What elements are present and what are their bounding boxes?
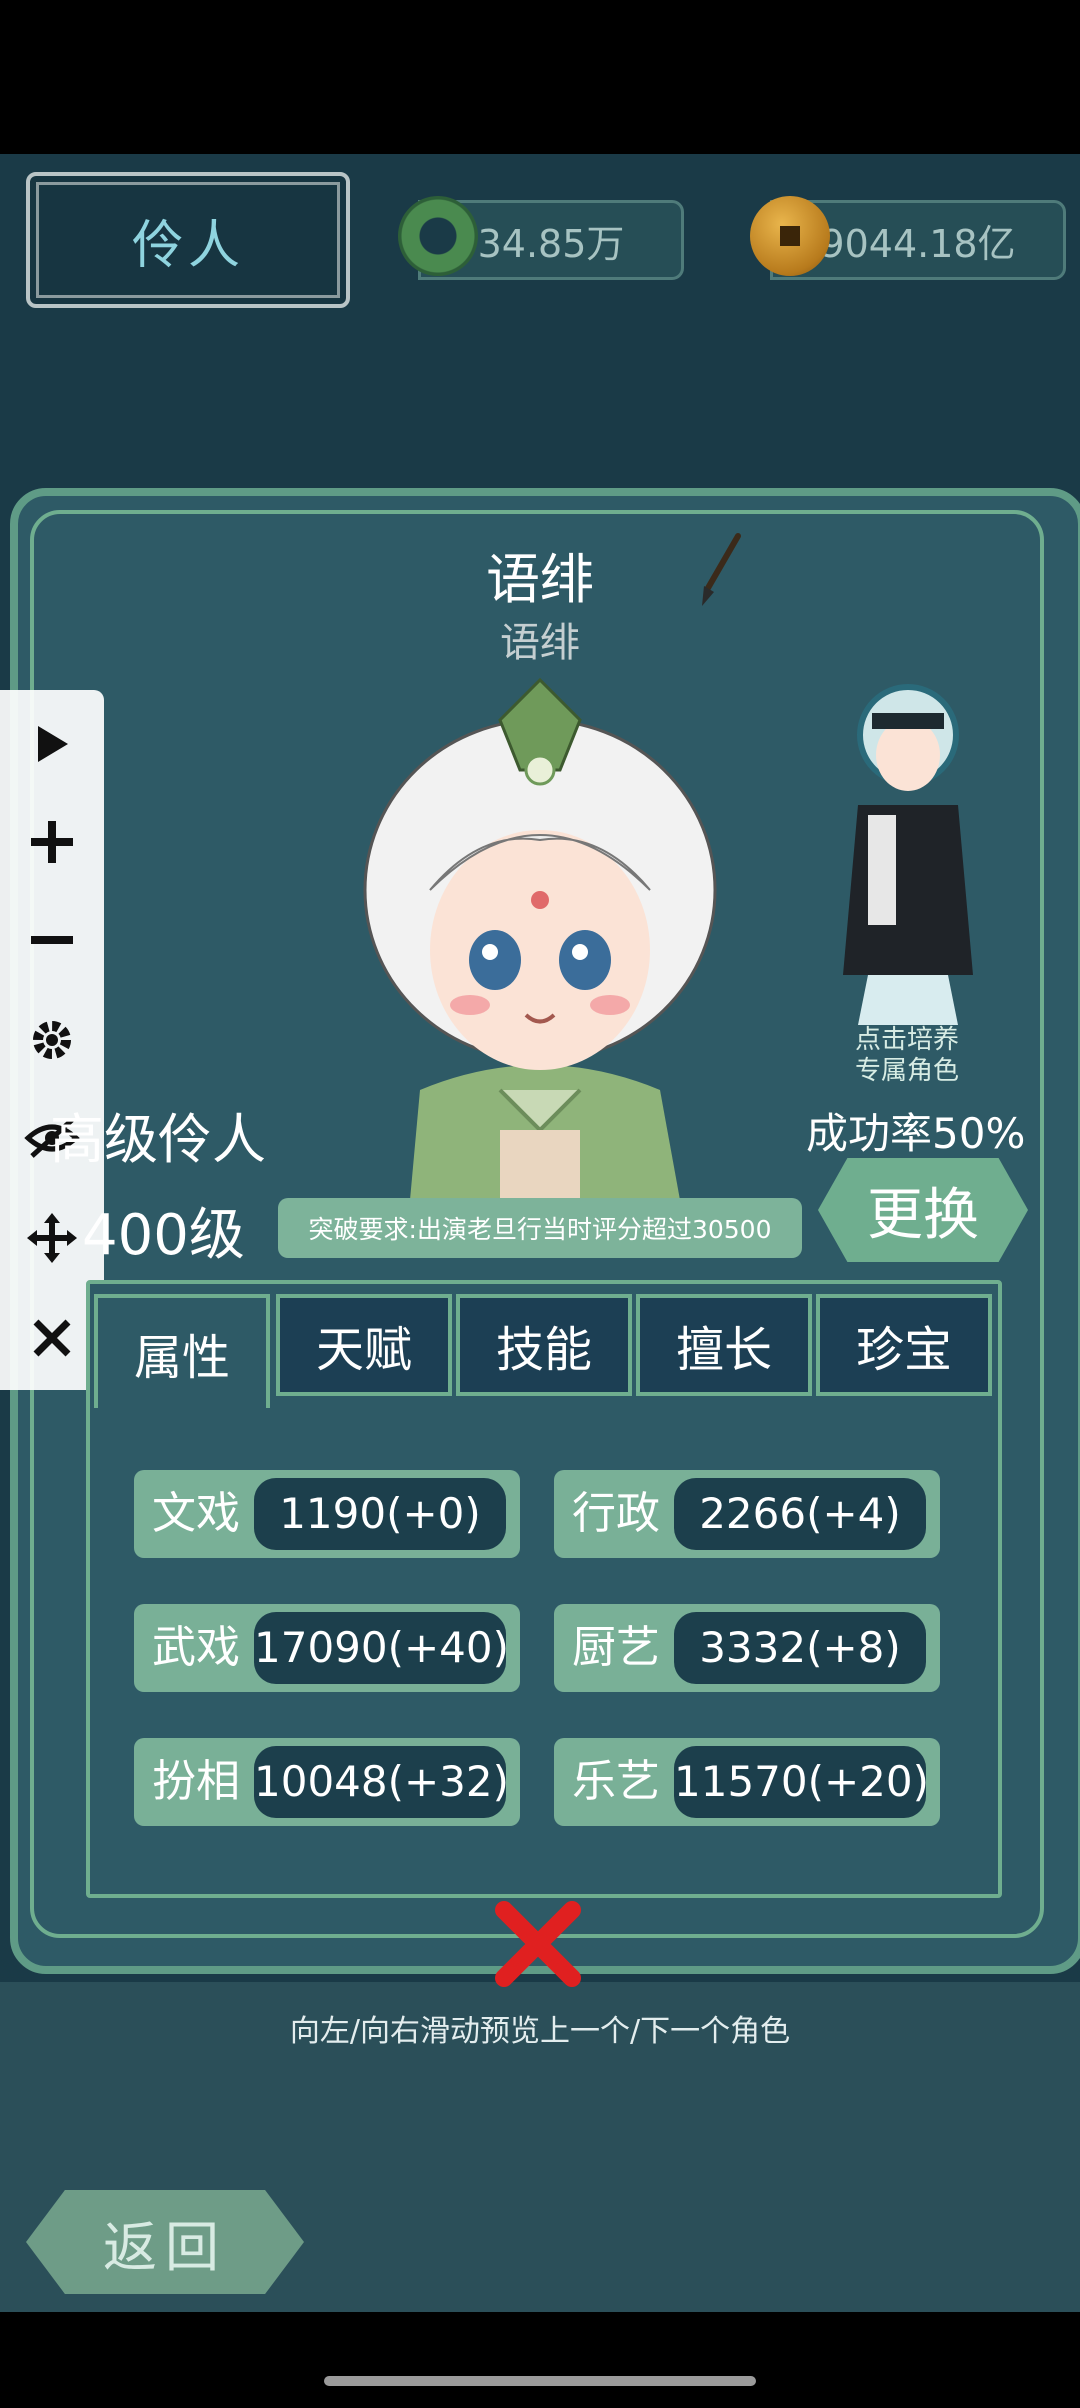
play-icon[interactable] <box>22 714 82 774</box>
home-indicator[interactable] <box>324 2376 756 2386</box>
character-level: 400级 <box>82 1203 245 1268</box>
stat-row: 乐艺 11570(+20) <box>554 1738 940 1826</box>
minus-icon[interactable] <box>22 910 82 970</box>
stat-value: 2266(+4) <box>674 1478 926 1550</box>
cultivate-hint[interactable]: 点击培养 专属角色 <box>832 1025 982 1087</box>
gear-icon[interactable] <box>22 1010 82 1070</box>
jade-icon <box>398 196 478 276</box>
stat-value: 3332(+8) <box>674 1612 926 1684</box>
stat-row: 行政 2266(+4) <box>554 1470 940 1558</box>
stat-row: 厨艺 3332(+8) <box>554 1604 940 1692</box>
close-panel-icon[interactable] <box>490 1896 586 1992</box>
stat-label: 行政 <box>572 1488 660 1539</box>
costume-character[interactable] <box>828 675 988 1035</box>
stat-label: 乐艺 <box>572 1756 660 1807</box>
move-icon[interactable] <box>22 1208 82 1268</box>
page-title: 伶人 <box>26 172 350 308</box>
tab-specialty[interactable]: 擅长 <box>636 1294 812 1396</box>
stat-value: 10048(+32) <box>254 1746 509 1818</box>
stat-row: 文戏 1190(+0) <box>134 1470 520 1558</box>
stat-label: 扮相 <box>152 1756 240 1807</box>
success-rate: 成功率50% <box>806 1109 1026 1158</box>
character-name: 语绯 <box>486 548 594 611</box>
brush-rename-icon[interactable] <box>690 530 750 610</box>
tab-treasure[interactable]: 珍宝 <box>816 1294 992 1396</box>
stat-label: 武戏 <box>152 1622 240 1673</box>
change-button[interactable]: 更换 <box>818 1158 1028 1262</box>
copper-coin-icon <box>750 196 830 276</box>
stat-row: 扮相 10048(+32) <box>134 1738 520 1826</box>
plus-icon[interactable] <box>22 812 82 872</box>
swipe-hint: 向左/向右滑动预览上一个/下一个角色 <box>289 2014 791 2049</box>
close-icon[interactable] <box>22 1308 82 1368</box>
tab-attributes[interactable]: 属性 <box>94 1294 270 1408</box>
tab-talent[interactable]: 天赋 <box>276 1294 452 1396</box>
stat-label: 文戏 <box>152 1488 240 1539</box>
character-rank: 高级伶人 <box>50 1108 266 1171</box>
tab-skills[interactable]: 技能 <box>456 1294 632 1396</box>
stat-value: 17090(+40) <box>254 1612 509 1684</box>
stat-value: 11570(+20) <box>674 1746 929 1818</box>
back-button[interactable]: 返回 <box>26 2190 304 2294</box>
stat-label: 厨艺 <box>572 1622 660 1673</box>
character-portrait[interactable] <box>350 660 730 1200</box>
stat-value: 1190(+0) <box>254 1478 506 1550</box>
stat-row: 武戏 17090(+40) <box>134 1604 520 1692</box>
breakthrough-requirement: 突破要求:出演老旦行当时评分超过30500 <box>278 1198 802 1258</box>
